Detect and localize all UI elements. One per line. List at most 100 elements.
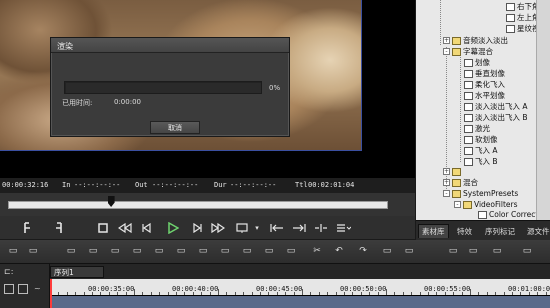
tree-item[interactable]: 软划像 <box>464 134 498 145</box>
razor-icon[interactable]: ✂ <box>310 244 324 258</box>
tab-source[interactable]: 源文件 <box>524 224 550 238</box>
redo-icon[interactable]: ↷ <box>356 244 370 258</box>
tree-item[interactable]: 柔化飞入 <box>464 79 505 90</box>
go-in-icon[interactable] <box>268 219 286 237</box>
track-header-column: ⊏: ~ <box>0 264 50 308</box>
scrub-track[interactable] <box>8 201 388 209</box>
new-clip-icon[interactable]: ▭ <box>64 244 78 258</box>
tab-asset-library[interactable]: 素材库 <box>418 224 449 238</box>
tree-item[interactable]: 水平划像 <box>464 90 505 101</box>
mark-out-icon[interactable] <box>52 219 66 237</box>
total-label: Ttl <box>295 181 308 189</box>
transport-controls: ▾ <box>0 216 415 240</box>
tree-folder-mix[interactable]: + 混合 <box>443 177 478 188</box>
stop-icon[interactable] <box>96 219 110 237</box>
step-forward-icon[interactable] <box>190 219 204 237</box>
tree-item[interactable]: 划像 <box>464 57 490 68</box>
folder-icon <box>452 189 461 198</box>
playhead[interactable] <box>50 279 52 308</box>
expand-icon[interactable]: + <box>443 179 450 186</box>
undo-icon[interactable]: ↶ <box>332 244 346 258</box>
tree-folder-blank[interactable]: + <box>443 166 463 177</box>
cut-icon[interactable]: ▭ <box>196 244 210 258</box>
tree-item[interactable]: 飞入 B <box>464 156 498 167</box>
collapse-icon[interactable]: - <box>443 48 450 55</box>
out-timecode: --:--:--:-- <box>152 181 199 189</box>
tree-item[interactable]: 垂直划像 <box>464 68 505 79</box>
tree-folder-audio-fade[interactable]: + 音频淡入淡出 <box>443 35 508 46</box>
rewind-icon[interactable] <box>117 219 133 237</box>
tree-item[interactable]: 淡入淡出飞入 A <box>464 101 528 112</box>
dialog-title-bar[interactable]: 渲染 <box>51 38 289 53</box>
time-ruler[interactable]: 00:00:35:00 00:00:40:00 00:00:45:00 00:0… <box>50 279 550 295</box>
dialog-title: 渲染 <box>57 42 73 51</box>
effect-icon <box>464 157 473 166</box>
effect-icon <box>464 146 473 155</box>
link-icon[interactable]: ▭ <box>380 244 394 258</box>
track-toggle-icon[interactable]: ⊏: <box>4 267 13 276</box>
total-timecode: 00:02:01:04 <box>308 181 355 189</box>
more-icon[interactable] <box>334 219 352 237</box>
dropdown-arrow-icon[interactable]: ▾ <box>254 219 260 237</box>
save-icon[interactable]: ▭ <box>108 244 122 258</box>
collapse-icon[interactable]: - <box>443 190 450 197</box>
tree-item[interactable]: 飞入 A <box>464 145 498 156</box>
loop-icon[interactable] <box>234 219 252 237</box>
play-icon[interactable] <box>166 219 180 237</box>
collapse-icon[interactable]: - <box>454 201 461 208</box>
scrub-bar[interactable] <box>0 193 415 216</box>
duration-label: Dur <box>214 181 227 189</box>
panel-tabs: 素材库 特效 序列标记 源文件 <box>416 220 550 240</box>
tree-folder-title-mix[interactable]: - 字幕混合 <box>443 46 493 57</box>
effect-icon <box>464 91 473 100</box>
ruler-label: 00:00:40:00 <box>172 285 219 293</box>
open-icon[interactable]: ▭ <box>86 244 100 258</box>
tree-item[interactable]: 淡入淡出飞入 B <box>464 112 528 123</box>
sequence-tab[interactable]: 序列1 <box>50 266 104 278</box>
fast-forward-icon[interactable] <box>210 219 226 237</box>
tree-item[interactable]: 激光 <box>464 123 490 134</box>
render-dialog: 渲染 0% 已用时间: 0:00:00 取消 <box>50 37 290 137</box>
timeline-mode-icon[interactable]: ▭ <box>6 244 20 258</box>
tree-scrollbar[interactable] <box>536 0 550 220</box>
video-track[interactable] <box>50 295 550 308</box>
effect-icon <box>464 69 473 78</box>
duration-timecode: --:--:--:-- <box>230 181 277 189</box>
zoom-icon[interactable]: ▭ <box>446 244 460 258</box>
effect-icon <box>464 135 473 144</box>
cancel-button[interactable]: 取消 <box>150 121 200 134</box>
tree-guide <box>460 52 461 162</box>
trim-icon[interactable]: ▭ <box>262 244 276 258</box>
fit-icon[interactable]: ▭ <box>466 244 480 258</box>
snap-icon[interactable]: ▭ <box>402 244 416 258</box>
tab-effects[interactable]: 特效 <box>454 224 475 238</box>
timeline-track-area: ⊏: ~ 序列1 00:00:35:00 00:00:40:00 00:00:4… <box>0 264 550 308</box>
split-icon[interactable] <box>312 219 330 237</box>
expand-icon[interactable]: + <box>443 168 450 175</box>
track-lock-icon[interactable] <box>4 284 14 294</box>
delete-icon[interactable]: ▭ <box>174 244 188 258</box>
tree-folder-system-presets[interactable]: - SystemPresets <box>443 188 518 199</box>
settings-icon[interactable]: ▭ <box>520 244 534 258</box>
render-percent: 0% <box>269 84 281 92</box>
marker-icon[interactable]: ▭ <box>284 244 298 258</box>
effects-tree: 右下角夹 左上角大 星纹视角 + 音频淡入淡出 - 字幕混合 划像 垂直划像 柔化飞… <box>416 0 550 220</box>
expand-icon[interactable]: + <box>443 37 450 44</box>
track-visibility-icon[interactable] <box>18 284 28 294</box>
add-edit-icon[interactable]: ▭ <box>240 244 254 258</box>
mark-in-icon[interactable] <box>20 219 34 237</box>
timeline-view-icon[interactable]: ▭ <box>26 244 40 258</box>
track-link-icon[interactable]: ~ <box>34 284 41 293</box>
effect-icon <box>464 80 473 89</box>
in-label: In <box>62 181 71 189</box>
step-back-icon[interactable] <box>140 219 154 237</box>
ripple-icon[interactable]: ▭ <box>218 244 232 258</box>
tab-sequence-markers[interactable]: 序列标记 <box>482 224 518 238</box>
copy-icon[interactable]: ▭ <box>130 244 144 258</box>
tree-item-color-correction[interactable]: Color Correctio <box>478 209 545 220</box>
audio-icon[interactable]: ▭ <box>490 244 504 258</box>
go-out-icon[interactable] <box>290 219 308 237</box>
ruler-label: 00:00:55:00 <box>424 285 471 293</box>
paste-icon[interactable]: ▭ <box>152 244 166 258</box>
elapsed-time-label: 已用时间: <box>62 99 93 107</box>
